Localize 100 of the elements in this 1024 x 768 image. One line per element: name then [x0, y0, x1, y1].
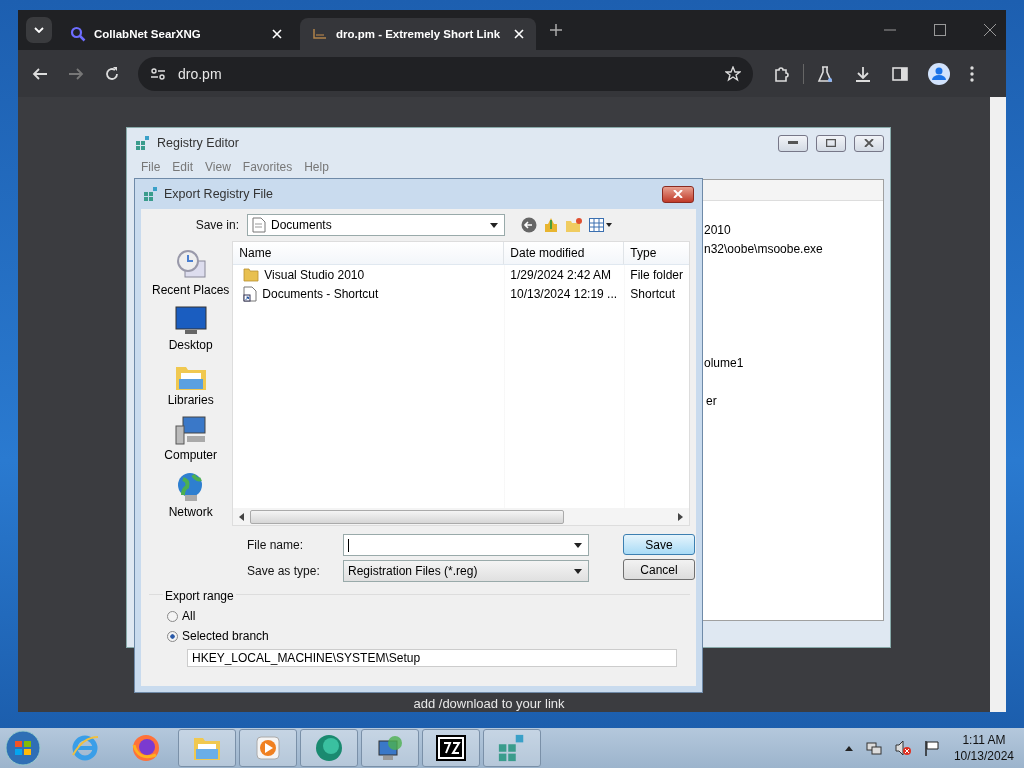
dialog-button[interactable]: Save	[623, 534, 695, 555]
computer-icon	[174, 416, 207, 446]
file-row[interactable]: Documents - Shortcut 10/13/2024 12:19 ... Shortcut	[233, 284, 689, 303]
field-label: File name:	[247, 538, 305, 552]
show-hidden-icons-icon[interactable]	[844, 745, 853, 751]
column-header[interactable]: Type	[624, 242, 689, 264]
new-tab-icon[interactable]	[550, 24, 562, 36]
action-center-flag-icon[interactable]	[923, 740, 940, 756]
radio-label: All	[182, 609, 196, 623]
window-title: Registry Editor	[157, 136, 239, 150]
firefox-icon	[131, 733, 161, 763]
back-icon[interactable]	[521, 217, 537, 233]
menu-item[interactable]: File	[141, 160, 161, 174]
network-icon[interactable]	[865, 740, 882, 756]
flask-icon[interactable]	[816, 64, 834, 83]
place-item[interactable]: Desktop	[168, 306, 213, 352]
shortcut-icon	[243, 285, 258, 302]
back-icon[interactable]	[32, 65, 48, 82]
menu-item[interactable]: Edit	[172, 160, 194, 174]
radio-button[interactable]	[167, 630, 178, 642]
bookmark-star-icon[interactable]	[725, 65, 741, 82]
view-menu-icon[interactable]	[589, 218, 613, 232]
close-icon[interactable]	[984, 24, 996, 36]
column-header[interactable]: Date modified	[504, 242, 625, 264]
file-name: Visual Studio 2010	[264, 267, 365, 282]
volume-muted-icon[interactable]	[894, 740, 911, 756]
browser-tab[interactable]: dro.pm - Extremely Short Link	[300, 18, 536, 50]
taskbar-app[interactable]	[422, 729, 480, 767]
file-name-field[interactable]	[343, 534, 589, 556]
dialog-button[interactable]: Cancel	[623, 559, 695, 580]
forward-icon[interactable]	[68, 65, 84, 82]
scroll-right-icon[interactable]	[678, 512, 683, 521]
scrollbar[interactable]	[990, 97, 1006, 712]
archive-icon	[436, 735, 466, 761]
document-icon	[252, 217, 266, 233]
menu-item[interactable]: Favorites	[242, 160, 293, 174]
circle-logo-icon	[314, 733, 344, 763]
file-row[interactable]: Visual Studio 2010 1/29/2024 2:42 AM File folder	[233, 265, 689, 284]
close-button[interactable]	[854, 134, 884, 152]
maximize-button[interactable]	[816, 134, 846, 152]
dropdown-arrow-icon	[490, 222, 498, 228]
clock-time: 1:11 AM	[962, 732, 1006, 748]
maximize-icon[interactable]	[934, 24, 946, 36]
clock[interactable]: 1:11 AM 10/13/2024	[953, 732, 1014, 764]
profile-icon[interactable]	[928, 62, 950, 85]
scroll-left-icon[interactable]	[239, 512, 245, 521]
field-label: Save as type:	[247, 564, 321, 578]
page-text: add /download to your link	[413, 696, 565, 711]
recent-places-icon	[174, 249, 207, 281]
save-as-type-dropdown[interactable]: Registration Files (*.reg)	[343, 560, 589, 582]
menu-icon[interactable]	[970, 65, 974, 82]
tab-search-button[interactable]	[26, 17, 52, 43]
dropdown-arrow-icon	[574, 568, 582, 574]
reload-icon[interactable]	[104, 65, 120, 82]
minimize-icon	[788, 141, 798, 145]
up-folder-icon[interactable]	[543, 217, 559, 233]
close-icon	[864, 139, 874, 147]
registry-icon	[135, 135, 151, 151]
registry-icon	[143, 186, 159, 202]
radio-label: Selected branch	[182, 629, 269, 643]
menu-item[interactable]: Help	[304, 160, 329, 174]
minimize-button[interactable]	[778, 134, 808, 152]
save-in-dropdown[interactable]: Documents	[247, 214, 505, 236]
ie-icon	[70, 733, 100, 763]
download-icon[interactable]	[854, 64, 872, 83]
side-panel-icon[interactable]	[892, 65, 908, 82]
network-computer-icon	[375, 733, 405, 763]
menu-item[interactable]: View	[205, 160, 231, 174]
radio-button[interactable]	[167, 610, 178, 622]
chevron-down-icon	[34, 27, 44, 33]
file-date: 10/13/2024 12:19 ...	[509, 286, 619, 301]
clock-date: 10/13/2024	[953, 748, 1014, 764]
address-bar[interactable]: dro.pm	[138, 56, 753, 91]
search-icon	[70, 26, 86, 42]
file-type: File folder	[629, 267, 684, 282]
place-item[interactable]: Libraries	[167, 361, 214, 407]
field-label: Save in:	[194, 218, 239, 232]
folder-icon	[243, 267, 260, 282]
site-info-icon[interactable]	[150, 66, 166, 81]
place-item[interactable]: Recent Places	[151, 249, 230, 297]
column-header[interactable]: Name	[233, 242, 505, 264]
new-folder-icon[interactable]	[565, 217, 583, 233]
branch-field[interactable]: HKEY_LOCAL_MACHINE\SYSTEM\Setup	[187, 649, 677, 667]
group-label: Export range	[163, 589, 236, 603]
place-item[interactable]: Computer	[164, 416, 217, 462]
horizontal-scrollbar[interactable]	[233, 508, 689, 525]
maximize-icon	[826, 139, 836, 147]
file-date: 1/29/2024 2:42 AM	[509, 267, 613, 282]
value-text: olume1	[704, 356, 744, 370]
place-item[interactable]: Network	[168, 471, 213, 519]
value-text: er	[706, 394, 717, 408]
browser-tab[interactable]: CollabNet SearXNG	[58, 18, 294, 50]
close-button[interactable]	[662, 185, 694, 203]
close-icon	[673, 190, 683, 198]
value-text: n32\oobe\msoobe.exe	[704, 242, 823, 256]
start-button[interactable]	[5, 730, 41, 766]
favicon-icon	[312, 26, 328, 42]
value-text: 2010	[704, 223, 731, 237]
dropdown-arrow-icon	[574, 542, 582, 548]
extensions-icon[interactable]	[773, 64, 791, 83]
